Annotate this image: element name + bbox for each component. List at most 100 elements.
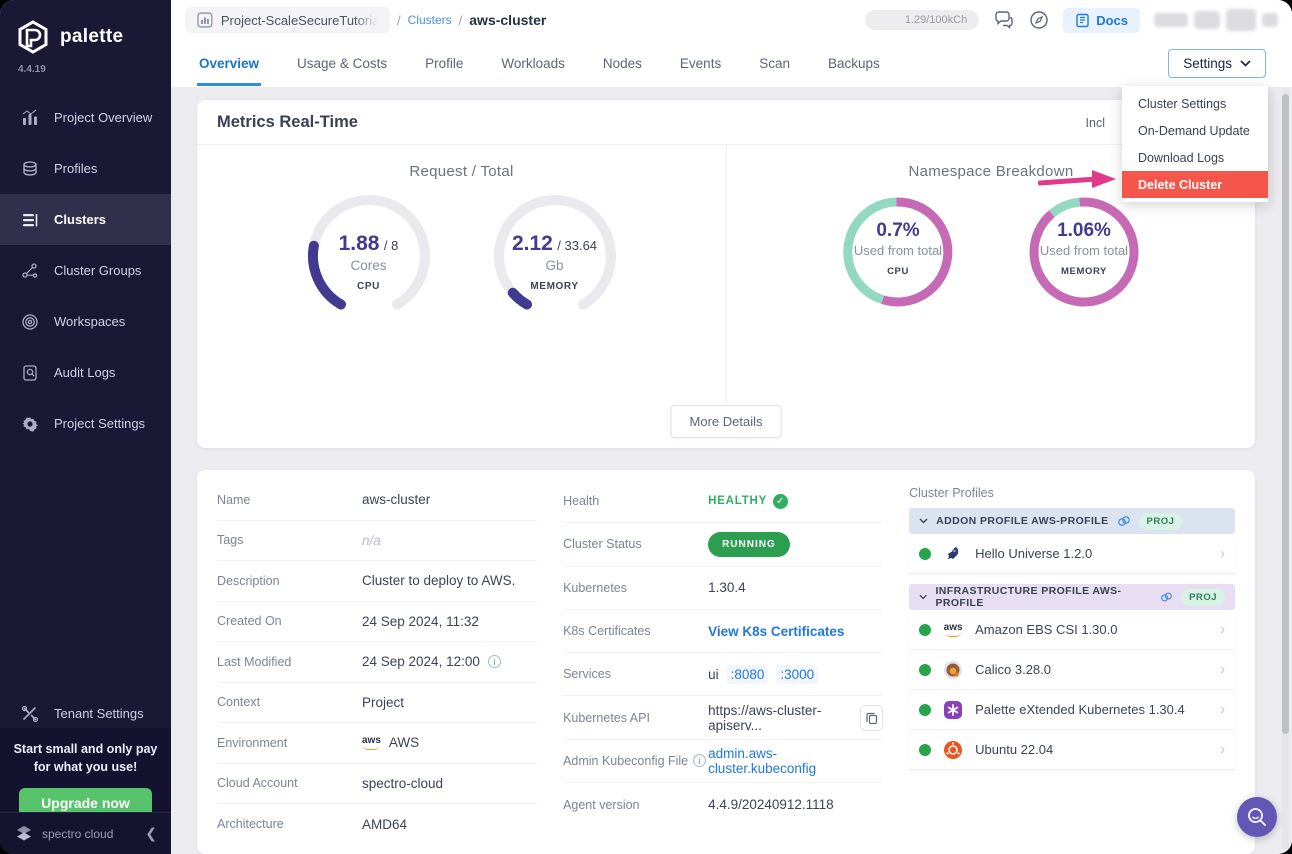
cpu-unit: Cores xyxy=(307,258,431,273)
detail-row-context: ContextProject xyxy=(217,683,537,724)
detail-value: 1.30.4 xyxy=(708,580,883,595)
app-version: 4.4.19 xyxy=(0,56,171,75)
aws-pack-icon: aws xyxy=(942,619,964,641)
tab-backups[interactable]: Backups xyxy=(826,42,882,86)
memory-donut-label: MEMORY xyxy=(1026,266,1142,277)
pack-name: Amazon EBS CSI 1.30.0 xyxy=(975,622,1209,637)
pxk-icon xyxy=(942,699,964,721)
menu-item-download-logs[interactable]: Download Logs xyxy=(1122,144,1268,171)
copy-api-url-button[interactable] xyxy=(860,705,883,731)
tab-usage-costs[interactable]: Usage & Costs xyxy=(295,42,389,86)
scrollbar-thumb[interactable] xyxy=(1282,94,1289,734)
user-account-redacted[interactable] xyxy=(1154,9,1278,31)
detail-row-tags: Tagsn/a xyxy=(217,521,537,562)
cpu-donut-label: CPU xyxy=(840,266,956,277)
sidebar-item-label: Cluster Groups xyxy=(54,263,141,278)
detail-row-kubeconfig: Admin Kubeconfig Filei admin.aws-cluster… xyxy=(563,740,883,783)
tab-overview[interactable]: Overview xyxy=(197,42,261,86)
chevron-right-icon: › xyxy=(1220,741,1225,758)
view-k8s-certificates-link[interactable]: View K8s Certificates xyxy=(708,624,844,639)
docs-button[interactable]: Docs xyxy=(1063,8,1140,33)
cluster-list-icon xyxy=(20,211,40,229)
delete-cluster-annotation-arrow xyxy=(1038,166,1118,192)
more-details-button[interactable]: More Details xyxy=(671,405,782,438)
detail-value: Project xyxy=(362,695,537,710)
help-search-fab[interactable] xyxy=(1237,797,1277,837)
tab-workloads[interactable]: Workloads xyxy=(499,42,567,86)
menu-item-on-demand-update[interactable]: On-Demand Update xyxy=(1122,117,1268,144)
breadcrumb-clusters-link[interactable]: Clusters xyxy=(408,13,452,27)
redacted-block xyxy=(1154,13,1188,27)
metrics-title: Metrics Real-Time xyxy=(217,113,358,132)
detail-label: Health xyxy=(563,494,708,508)
memory-gauge: 2.12 / 33.64 Gb MEMORY xyxy=(493,194,617,324)
chevron-down-icon xyxy=(1240,60,1251,67)
settings-button[interactable]: Settings xyxy=(1168,49,1266,78)
kubeconfig-download-link[interactable]: admin.aws-cluster.kubeconfig xyxy=(708,746,883,776)
sidebar-item-label: Audit Logs xyxy=(54,365,115,380)
detail-value: 24 Sep 2024, 11:32 xyxy=(362,614,537,629)
tab-nodes[interactable]: Nodes xyxy=(601,42,644,86)
pack-status-dot xyxy=(919,624,931,636)
sidebar-item-profiles[interactable]: Profiles xyxy=(0,143,171,194)
detail-row-services: Services ui:8080:3000 xyxy=(563,653,883,696)
breadcrumb-project: Project-ScaleSecureTutoria xyxy=(221,13,378,28)
tab-events[interactable]: Events xyxy=(678,42,723,86)
breadcrumb-project-chip[interactable]: Project-ScaleSecureTutoria xyxy=(185,7,390,33)
pack-name: Ubuntu 22.04 xyxy=(975,742,1209,757)
sidebar-item-clusters[interactable]: Clusters xyxy=(0,194,171,245)
link-icon xyxy=(1160,591,1173,603)
project-chart-icon xyxy=(197,12,213,28)
page-scrollbar[interactable] xyxy=(1282,88,1289,850)
service-port-3000-link[interactable]: :3000 xyxy=(776,665,818,684)
sidebar-item-cluster-groups[interactable]: Cluster Groups xyxy=(0,245,171,296)
sidebar-item-workspaces[interactable]: Workspaces xyxy=(0,296,171,347)
sidebar-item-project-overview[interactable]: Project Overview xyxy=(0,92,171,143)
pack-item-palette-extended-kubernetes[interactable]: Palette eXtended Kubernetes 1.30.4 › xyxy=(909,690,1235,730)
sidebar-item-label: Tenant Settings xyxy=(54,706,144,721)
audit-log-icon xyxy=(20,364,40,382)
info-icon[interactable]: i xyxy=(693,754,706,767)
detail-label: Environment xyxy=(217,736,362,750)
request-total-title: Request / Total xyxy=(409,163,513,180)
menu-item-delete-cluster[interactable]: Delete Cluster xyxy=(1122,171,1268,198)
help-compass-icon[interactable] xyxy=(1029,10,1049,30)
pack-item-hello-universe[interactable]: Hello Universe 1.2.0 › xyxy=(909,534,1235,574)
brand-name: palette xyxy=(60,26,123,48)
cluster-details-card: Nameaws-cluster Tagsn/a DescriptionClust… xyxy=(197,470,1255,854)
service-name: ui xyxy=(708,667,719,682)
pack-name: Hello Universe 1.2.0 xyxy=(975,546,1209,561)
detail-label: K8s Certificates xyxy=(563,624,708,638)
tab-scan[interactable]: Scan xyxy=(757,42,792,86)
detail-label: Tags xyxy=(217,533,362,547)
namespace-memory-donut: 1.06% Used from total MEMORY xyxy=(1026,194,1142,310)
pack-name: Palette eXtended Kubernetes 1.30.4 xyxy=(975,702,1209,717)
copy-icon xyxy=(866,712,878,724)
detail-value: n/a xyxy=(362,533,537,548)
sidebar-item-project-settings[interactable]: Project Settings xyxy=(0,398,171,449)
pack-item-ubuntu[interactable]: Ubuntu 22.04 › xyxy=(909,730,1235,770)
cpu-gauge-label: CPU xyxy=(307,281,431,292)
pack-item-calico[interactable]: Calico 3.28.0 › xyxy=(909,650,1235,690)
service-port-8080-link[interactable]: :8080 xyxy=(727,665,769,684)
promo-line2: for what you use! xyxy=(0,758,171,776)
chart-icon xyxy=(20,109,40,127)
infrastructure-profile-group-header[interactable]: INFRASTRUCTURE PROFILE AWS-PROFILE PROJ xyxy=(909,584,1235,610)
detail-value: 4.4.9/20240912.1118 xyxy=(708,797,883,812)
addon-profile-group-header[interactable]: ADDON PROFILE AWS-PROFILE PROJ xyxy=(909,508,1235,534)
kubernetes-api-url: https://aws-cluster-apiserv... xyxy=(708,703,852,733)
detail-label: Cluster Status xyxy=(563,537,708,551)
info-icon[interactable]: i xyxy=(488,655,501,668)
detail-label: Agent version xyxy=(563,798,708,812)
collapse-sidebar-icon[interactable]: ❮ xyxy=(145,825,157,842)
chat-icon[interactable] xyxy=(993,10,1015,30)
tab-profile[interactable]: Profile xyxy=(423,42,465,86)
detail-value: aws-cluster xyxy=(362,492,537,507)
menu-item-cluster-settings[interactable]: Cluster Settings xyxy=(1122,90,1268,117)
namespace-cpu-donut: 0.7% Used from total CPU xyxy=(840,194,956,310)
sidebar-item-audit-logs[interactable]: Audit Logs xyxy=(0,347,171,398)
pack-item-amazon-ebs-csi[interactable]: aws Amazon EBS CSI 1.30.0 › xyxy=(909,610,1235,650)
detail-label: Last Modified xyxy=(217,655,362,669)
detail-value: spectro-cloud xyxy=(362,776,537,791)
chevron-right-icon: › xyxy=(1220,545,1225,562)
